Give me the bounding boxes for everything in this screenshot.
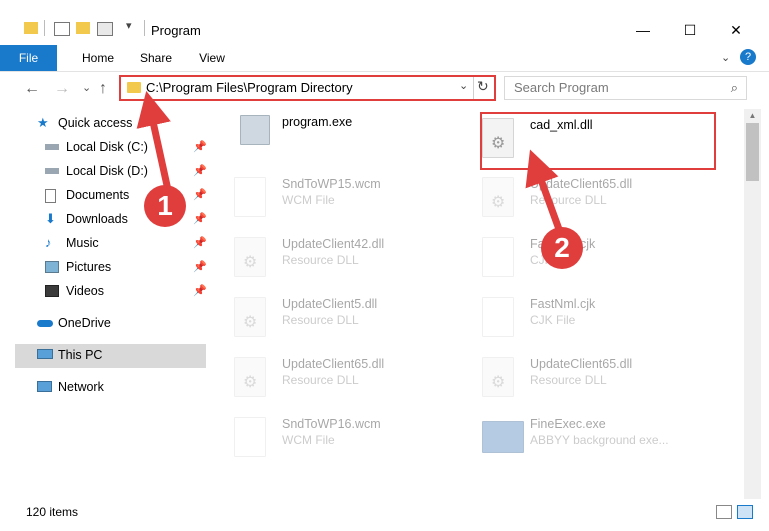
step-2-badge: 2 — [541, 227, 583, 269]
step-1-badge: 1 — [144, 185, 186, 227]
callout-arrows — [136, 90, 564, 234]
arrow-2 — [525, 149, 564, 234]
arrow-1 — [136, 90, 172, 191]
